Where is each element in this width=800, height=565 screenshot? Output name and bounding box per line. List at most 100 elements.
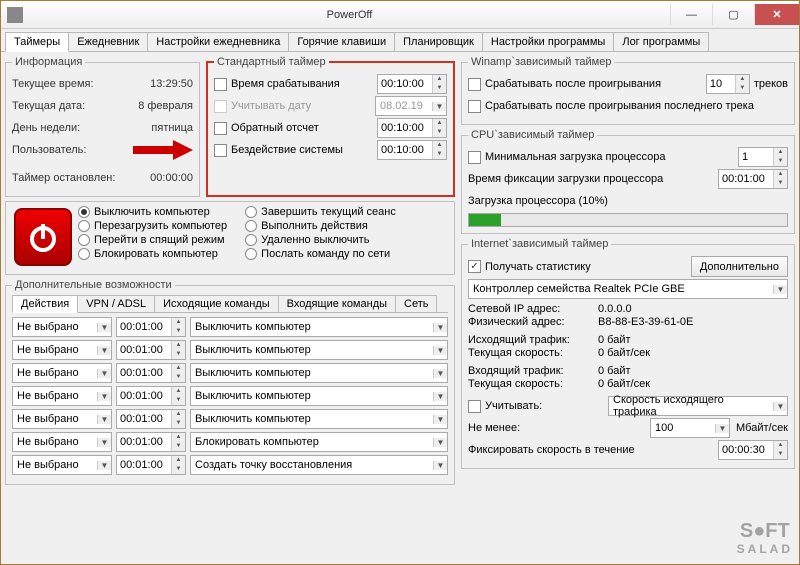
radio-option[interactable] (245, 206, 257, 218)
spin-down[interactable]: ▼ (774, 157, 787, 166)
checkbox-winamp-after-n[interactable] (468, 78, 481, 91)
spin-up[interactable]: ▲ (736, 75, 749, 84)
checkbox-cpu-min[interactable] (468, 151, 481, 164)
action-time[interactable] (117, 456, 171, 474)
action-b[interactable]: Выключить компьютер (191, 413, 433, 425)
input-cpu-fix[interactable] (719, 170, 773, 188)
radio-option[interactable] (78, 248, 90, 260)
spin-up[interactable]: ▲ (172, 410, 185, 419)
chevron-down-icon[interactable]: ▼ (97, 415, 111, 424)
spin-down[interactable]: ▼ (736, 84, 749, 93)
spin-down[interactable]: ▼ (172, 465, 185, 474)
chevron-down-icon[interactable]: ▼ (433, 369, 447, 378)
tab-5[interactable]: Настройки программы (482, 32, 614, 51)
input-idle[interactable] (378, 141, 432, 159)
spin-up[interactable]: ▲ (774, 441, 787, 450)
action-a[interactable]: Не выбрано (13, 413, 97, 425)
checkbox-countdown[interactable] (214, 122, 227, 135)
radio-option[interactable] (78, 220, 90, 232)
checkbox-winamp-last[interactable] (468, 100, 481, 113)
radio-option[interactable] (78, 234, 90, 246)
adapter-select[interactable]: Контроллер семейства Realtek PCIe GBE (469, 283, 773, 295)
subtab-0[interactable]: Действия (12, 295, 78, 313)
chevron-down-icon[interactable]: ▼ (97, 461, 111, 470)
radio-option[interactable] (245, 234, 257, 246)
spin-down[interactable]: ▼ (172, 373, 185, 382)
min-value[interactable]: 100 (651, 422, 715, 434)
consider-select[interactable]: Скорость исходящего трафика (609, 394, 773, 418)
checkbox-net-stat[interactable]: ✓ (468, 260, 481, 273)
checkbox-idle[interactable] (214, 144, 227, 157)
tab-3[interactable]: Горячие клавиши (288, 32, 395, 51)
spin-up[interactable]: ▲ (172, 341, 185, 350)
action-b[interactable]: Создать точку восстановления (191, 459, 433, 471)
chevron-down-icon[interactable]: ▼ (97, 323, 111, 332)
action-time[interactable] (117, 318, 171, 336)
spin-down[interactable]: ▼ (433, 150, 446, 159)
minimize-button[interactable]: — (670, 4, 712, 25)
spin-up[interactable]: ▲ (172, 456, 185, 465)
action-a[interactable]: Не выбрано (13, 344, 97, 356)
spin-up[interactable]: ▲ (774, 148, 787, 157)
radio-option[interactable] (78, 206, 90, 218)
chevron-down-icon[interactable]: ▼ (433, 415, 447, 424)
spin-up[interactable]: ▲ (172, 387, 185, 396)
spin-down[interactable]: ▼ (172, 396, 185, 405)
spin-up[interactable]: ▲ (433, 141, 446, 150)
checkbox-use-date[interactable] (214, 100, 227, 113)
chevron-down-icon[interactable]: ▼ (773, 285, 787, 294)
chevron-down-icon[interactable]: ▼ (97, 369, 111, 378)
tab-4[interactable]: Планировщик (394, 32, 483, 51)
action-time[interactable] (117, 387, 171, 405)
subtab-2[interactable]: Исходящие команды (154, 295, 279, 312)
chevron-down-icon[interactable]: ▼ (433, 438, 447, 447)
spin-down[interactable]: ▼ (433, 128, 446, 137)
chevron-down-icon[interactable]: ▼ (433, 392, 447, 401)
action-b[interactable]: Блокировать компьютер (191, 436, 433, 448)
spin-down[interactable]: ▼ (172, 419, 185, 428)
tab-0[interactable]: Таймеры (5, 32, 69, 52)
action-time[interactable] (117, 410, 171, 428)
spin-up[interactable]: ▲ (172, 433, 185, 442)
action-a[interactable]: Не выбрано (13, 321, 97, 333)
action-b[interactable]: Выключить компьютер (191, 344, 433, 356)
action-a[interactable]: Не выбрано (13, 436, 97, 448)
spin-up[interactable]: ▲ (433, 119, 446, 128)
input-use-date[interactable]: 08.02.19 (376, 100, 432, 112)
action-b[interactable]: Выключить компьютер (191, 321, 433, 333)
chevron-down-icon[interactable]: ▼ (715, 424, 729, 433)
chevron-down-icon[interactable]: ▼ (773, 402, 787, 411)
spin-down[interactable]: ▼ (172, 327, 185, 336)
chevron-down-icon[interactable]: ▼ (97, 392, 111, 401)
subtab-4[interactable]: Сеть (395, 295, 437, 312)
radio-option[interactable] (245, 248, 257, 260)
action-b[interactable]: Выключить компьютер (191, 367, 433, 379)
spin-down[interactable]: ▼ (774, 450, 787, 459)
tab-6[interactable]: Лог программы (613, 32, 709, 51)
action-time[interactable] (117, 341, 171, 359)
subtab-3[interactable]: Входящие команды (278, 295, 396, 312)
checkbox-trigger-time[interactable] (214, 78, 227, 91)
input-net-fix[interactable] (719, 441, 773, 459)
checkbox-consider[interactable] (468, 400, 481, 413)
spin-up[interactable]: ▲ (172, 364, 185, 373)
spin-up[interactable]: ▲ (433, 75, 446, 84)
chevron-down-icon[interactable]: ▼ (433, 323, 447, 332)
chevron-down-icon[interactable]: ▼ (433, 461, 447, 470)
radio-option[interactable] (245, 220, 257, 232)
input-tracks[interactable] (707, 75, 735, 93)
spin-down[interactable]: ▼ (774, 179, 787, 188)
action-a[interactable]: Не выбрано (13, 390, 97, 402)
action-time[interactable] (117, 433, 171, 451)
spin-down[interactable]: ▼ (172, 442, 185, 451)
maximize-button[interactable]: ▢ (712, 4, 754, 25)
chevron-down-icon[interactable]: ▼ (433, 346, 447, 355)
tab-1[interactable]: Ежедневник (68, 32, 148, 51)
subtab-1[interactable]: VPN / ADSL (77, 295, 155, 312)
close-button[interactable]: ✕ (754, 4, 799, 25)
button-more[interactable]: Дополнительно (691, 256, 788, 277)
chevron-down-icon[interactable]: ▼ (97, 346, 111, 355)
spin-up[interactable]: ▲ (172, 318, 185, 327)
chevron-down-icon[interactable]: ▼ (97, 438, 111, 447)
input-trigger-time[interactable] (378, 75, 432, 93)
